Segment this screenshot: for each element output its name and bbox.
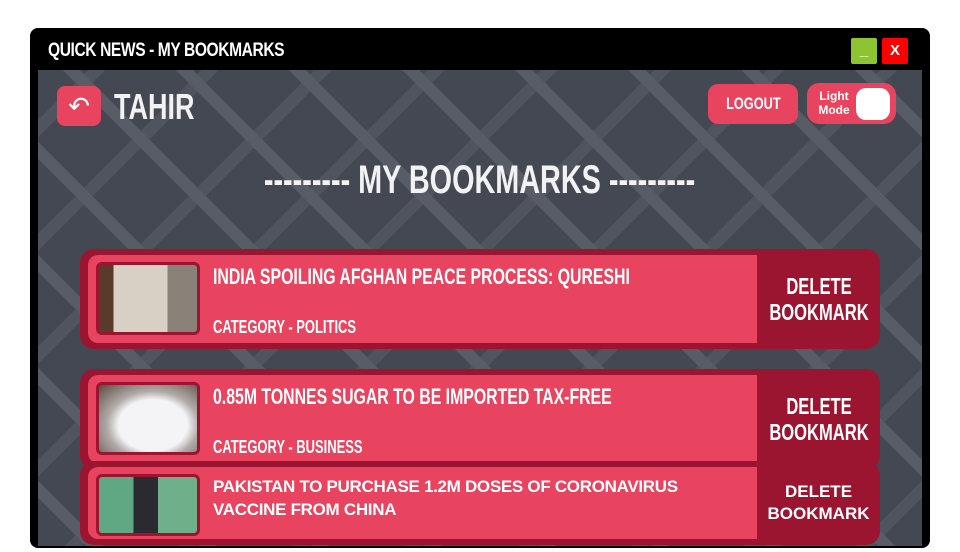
bookmark-category: CATEGORY - BUSINESS (213, 437, 363, 457)
bookmark-title[interactable]: 0.85M TONNES SUGAR TO BE IMPORTED TAX-FR… (213, 383, 753, 411)
delete-bookmark-button[interactable]: DELETE BOOKMARK (757, 249, 880, 349)
bookmark-card[interactable]: INDIA SPOILING AFGHAN PEACE PROCESS: QUR… (80, 249, 880, 349)
logout-button[interactable]: LOGOUT (708, 84, 798, 124)
news-thumbnail (96, 262, 200, 335)
back-arrow-icon: ↶ (68, 91, 90, 121)
back-button[interactable]: ↶ (57, 86, 101, 126)
bookmark-card[interactable]: 0.85M TONNES SUGAR TO BE IMPORTED TAX-FR… (80, 369, 880, 469)
news-thumbnail (96, 382, 200, 455)
bookmark-body[interactable]: PAKISTAN TO PURCHASE 1.2M DOSES OF CORON… (88, 467, 757, 539)
window-title: QUICK NEWS - MY BOOKMARKS (48, 40, 285, 61)
delete-bookmark-button[interactable]: DELETE BOOKMARK (757, 369, 880, 469)
delete-bookmark-button[interactable]: DELETE BOOKMARK (757, 461, 880, 545)
toggle-knob (856, 88, 890, 120)
bookmark-category: CATEGORY - POLITICS (213, 317, 357, 337)
bookmark-body[interactable]: INDIA SPOILING AFGHAN PEACE PROCESS: QUR… (88, 255, 757, 343)
news-thumbnail (96, 474, 200, 536)
logout-label: LOGOUT (725, 94, 781, 113)
bookmark-body[interactable]: 0.85M TONNES SUGAR TO BE IMPORTED TAX-FR… (88, 375, 757, 463)
bookmark-title[interactable]: INDIA SPOILING AFGHAN PEACE PROCESS: QUR… (213, 263, 753, 291)
bookmark-card[interactable]: PAKISTAN TO PURCHASE 1.2M DOSES OF CORON… (80, 461, 880, 545)
minimize-button[interactable]: _ (851, 38, 877, 64)
content-area: ↶ TAHIR LOGOUT Light Mode --------- MY B… (38, 70, 922, 546)
light-mode-label: Light Mode (818, 89, 850, 117)
delete-label: DELETE BOOKMARK (768, 393, 869, 445)
bookmark-title[interactable]: PAKISTAN TO PURCHASE 1.2M DOSES OF CORON… (213, 475, 748, 521)
close-button[interactable]: X (882, 38, 908, 64)
delete-label: DELETE BOOKMARK (767, 482, 870, 523)
username: TAHIR (114, 86, 195, 127)
app-window: QUICK NEWS - MY BOOKMARKS _ X ↶ TAHIR LO… (30, 28, 930, 548)
page-title: --------- MY BOOKMARKS --------- (38, 158, 922, 203)
page-title-text: --------- MY BOOKMARKS --------- (264, 158, 696, 202)
delete-label: DELETE BOOKMARK (768, 273, 869, 325)
light-mode-toggle[interactable]: Light Mode (807, 83, 896, 124)
